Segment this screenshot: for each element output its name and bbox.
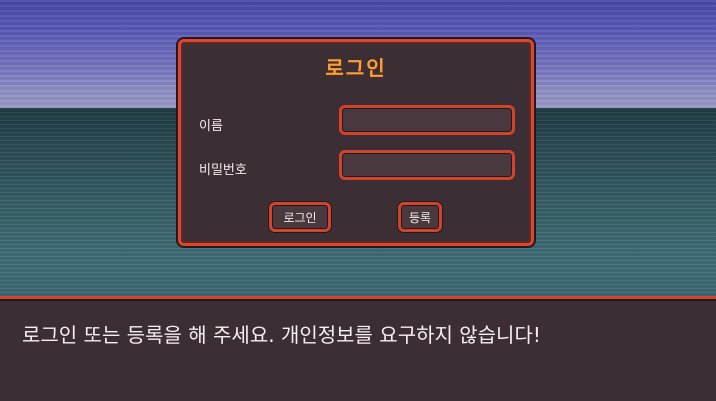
- name-input[interactable]: [339, 105, 515, 135]
- dialog-title: 로그인: [325, 56, 387, 80]
- message-bar: 로그인 또는 등록을 해 주세요. 개인정보를 요구하지 않습니다!: [0, 296, 716, 401]
- password-input[interactable]: [339, 150, 515, 180]
- password-label: 비밀번호: [199, 163, 247, 178]
- name-label: 이름: [199, 119, 223, 134]
- login-dialog: 로그인 이름 비밀번호 로그인 등록: [178, 39, 534, 246]
- login-button[interactable]: 로그인: [269, 202, 331, 232]
- message-text: 로그인 또는 등록을 해 주세요. 개인정보를 요구하지 않습니다!: [22, 323, 541, 347]
- register-button[interactable]: 등록: [398, 202, 442, 232]
